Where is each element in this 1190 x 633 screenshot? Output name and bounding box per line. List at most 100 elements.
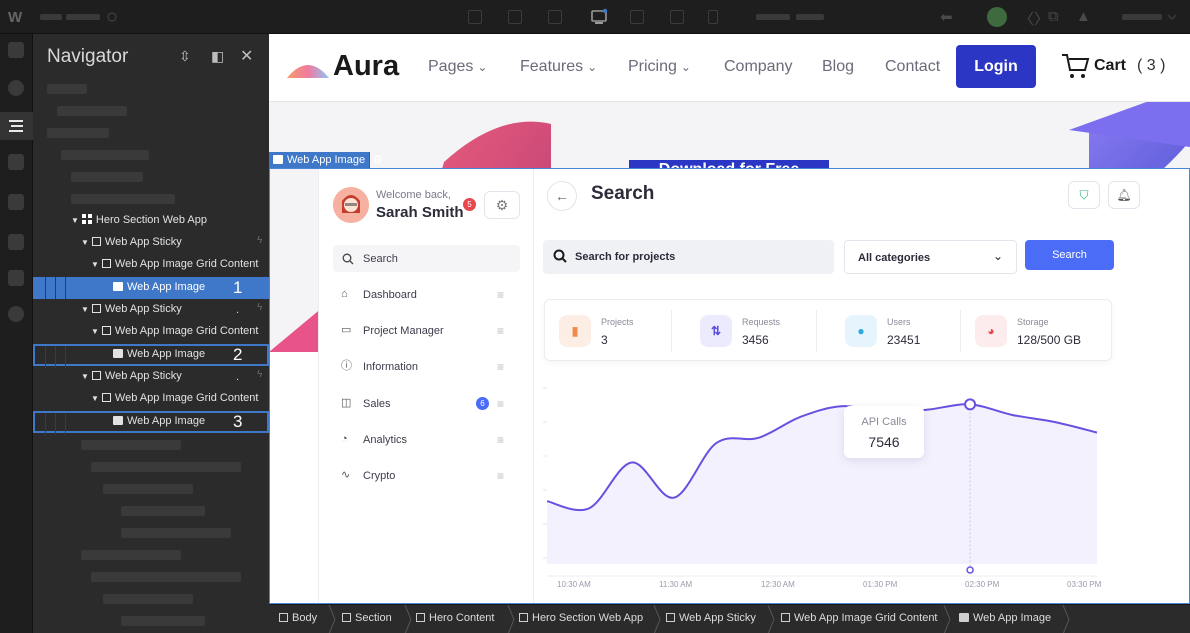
app-sidebar: Welcome back, Sarah Smith 5 ⚙ Search ⌂ Da… <box>319 168 534 604</box>
tree-row-hero-section-web-app[interactable]: ▼ Hero Section Web App <box>33 210 269 232</box>
webflow-logo[interactable]: W <box>8 9 22 26</box>
tablet-breakpoint-icon[interactable] <box>630 10 644 24</box>
breakpoint-icon[interactable] <box>508 10 522 24</box>
tree-row-navigation[interactable] <box>33 100 269 122</box>
tree-row-feature-list[interactable] <box>33 544 269 566</box>
export-icon[interactable]: ⧉ <box>1048 8 1059 25</box>
collapse-all-icon[interactable]: ⇳ <box>179 48 191 65</box>
tree-row-web-app-sticky-3[interactable]: ▼ Web App Sticky .ϟ <box>33 366 269 388</box>
tree-row-half-container[interactable] <box>33 478 269 500</box>
tree-row-web-app-image-1[interactable]: Web App Image 1 <box>33 277 269 299</box>
settings-icon[interactable] <box>8 306 24 322</box>
tree-row-feature-description[interactable] <box>33 522 269 544</box>
sidebar-item-information[interactable]: ⓘ Information ≡ <box>333 358 520 378</box>
sidebar-item-dashboard[interactable]: ⌂ Dashboard ≡ <box>333 286 520 306</box>
sidebar-item-project-manager[interactable]: ▭ Project Manager ≡ <box>333 322 520 342</box>
tree-row-gray-background[interactable] <box>33 188 269 210</box>
menu-pages[interactable]: Pages ⌄ <box>428 58 487 76</box>
navigator-icon[interactable] <box>0 112 33 140</box>
interaction-icon: ϟ <box>257 235 263 246</box>
mobile-landscape-icon[interactable] <box>670 10 684 24</box>
tree-row-web-app-image-3[interactable]: Web App Image 3 <box>33 411 269 435</box>
element-settings-icon[interactable]: ⚙ <box>369 152 385 168</box>
sidebar-item-analytics[interactable]: ◔ Analytics ≡ <box>333 431 520 451</box>
menu-features[interactable]: Features ⌄ <box>520 58 597 76</box>
category-select[interactable]: All categories ⌄ <box>844 240 1017 274</box>
symbols-icon[interactable] <box>8 80 24 96</box>
add-panel-icon[interactable] <box>8 42 24 58</box>
dock-panel-icon[interactable]: ◧ <box>211 48 224 65</box>
desktop-breakpoint-icon[interactable] <box>468 10 482 24</box>
ecommerce-icon[interactable] <box>8 234 24 250</box>
cart-icon[interactable] <box>1060 51 1090 81</box>
tree-row-web-app-image-2[interactable]: Web App Image 2 <box>33 344 269 368</box>
warning-icon[interactable]: ▲ <box>1076 8 1091 25</box>
tree-row-feature-list-sticky[interactable] <box>33 456 269 478</box>
sidebar-item-crypto[interactable]: ∿ Crypto ≡ <box>333 467 520 487</box>
tree-row-web-app-image-grid-1[interactable]: ▼ Web App Image Grid Content <box>33 254 269 276</box>
shield-icon[interactable]: ⛉ <box>1068 181 1100 209</box>
menu-blog[interactable]: Blog <box>822 58 854 76</box>
menu-contact[interactable]: Contact <box>885 58 940 76</box>
menu-company[interactable]: Company <box>724 58 792 76</box>
chevron-right-icon <box>653 605 661 633</box>
web-app-image[interactable]: Welcome back, Sarah Smith 5 ⚙ Search ⌂ Da… <box>318 168 1190 604</box>
app-main: ← Search ⛉ 🔔︎ Search for projects All ca… <box>535 168 1190 604</box>
search-button[interactable]: Search <box>1025 240 1114 270</box>
sidebar-item-sales[interactable]: ◫ Sales 6 ≡ <box>333 395 520 415</box>
div-icon <box>781 613 790 622</box>
brand-name[interactable]: Aura <box>333 50 399 83</box>
tree-row-feature-list-sticky[interactable] <box>33 566 269 588</box>
tree-row-section[interactable] <box>33 122 269 144</box>
tree-row-body[interactable] <box>33 78 269 100</box>
undo-icon[interactable]: ⬅ <box>940 8 953 26</box>
crumb-body[interactable]: Body <box>279 612 317 628</box>
menu-pricing[interactable]: Pricing ⌄ <box>628 58 691 76</box>
crumb-hero-section-web-app[interactable]: Hero Section Web App <box>519 612 643 628</box>
crumb-section[interactable]: Section <box>342 612 392 628</box>
tree-row-web-app-sticky-2[interactable]: ▼ Web App Sticky .ϟ <box>33 299 269 321</box>
page-selector[interactable] <box>40 11 120 23</box>
pages-icon[interactable] <box>8 154 24 170</box>
tree-row-feature-list[interactable] <box>33 434 269 456</box>
tree-row-half-container[interactable] <box>33 588 269 610</box>
div-icon <box>91 304 101 313</box>
sidebar-search[interactable]: Search <box>333 245 520 272</box>
user-name: Sarah Smith <box>376 204 464 221</box>
mobile-portrait-icon[interactable] <box>708 10 718 24</box>
tree-row-feature-header[interactable] <box>33 500 269 522</box>
gear-icon[interactable]: ⚙ <box>484 191 520 219</box>
crumb-hero-content[interactable]: Hero Content <box>416 612 494 628</box>
active-breakpoint-icon[interactable] <box>590 8 608 26</box>
tree-row-hero-content[interactable] <box>33 144 269 166</box>
cms-icon[interactable] <box>8 194 24 210</box>
highlight-point[interactable] <box>964 398 977 411</box>
project-search-input[interactable]: Search for projects <box>543 240 834 274</box>
tree-row-web-app-image-grid-2[interactable]: ▼ Web App Image Grid Content <box>33 321 269 343</box>
tree-row-container[interactable] <box>33 166 269 188</box>
marker-1: 1 <box>233 278 243 297</box>
cart-label[interactable]: Cart <box>1094 57 1126 75</box>
tree-row-web-app-image-grid-3[interactable]: ▼ Web App Image Grid Content <box>33 388 269 410</box>
chevron-down-icon: ⌄ <box>680 60 691 74</box>
crumb-web-app-image-grid[interactable]: Web App Image Grid Content <box>781 612 938 628</box>
selected-element-tag[interactable]: Web App Image ⚙ <box>269 152 382 168</box>
code-icon[interactable]: 〈〉 <box>1019 8 1049 29</box>
tree-row-web-app-sticky-1[interactable]: ▼ Web App Sticky ϟ <box>33 232 269 254</box>
crumb-web-app-image[interactable]: Web App Image <box>959 612 1051 628</box>
x-tick-label: 02:30 PM <box>965 580 1000 589</box>
tree-row-feature-header[interactable] <box>33 610 269 632</box>
x-tick-label: 12:30 AM <box>761 580 795 589</box>
back-arrow-icon[interactable]: ← <box>547 181 577 211</box>
design-canvas[interactable]: Download for Free Aura Pages⌄ Features⌄ … <box>269 34 1190 604</box>
div-icon <box>416 613 425 622</box>
close-panel-icon[interactable]: ✕ <box>240 46 253 66</box>
breakpoint-icon[interactable] <box>548 10 562 24</box>
crumb-web-app-sticky[interactable]: Web App Sticky <box>666 612 756 628</box>
assets-icon[interactable] <box>8 270 24 286</box>
login-button[interactable]: Login <box>956 45 1036 88</box>
publish-button[interactable] <box>1122 11 1176 23</box>
div-icon <box>91 237 101 246</box>
image-icon <box>113 282 123 291</box>
bell-icon[interactable]: 🔔︎ <box>1108 181 1140 209</box>
